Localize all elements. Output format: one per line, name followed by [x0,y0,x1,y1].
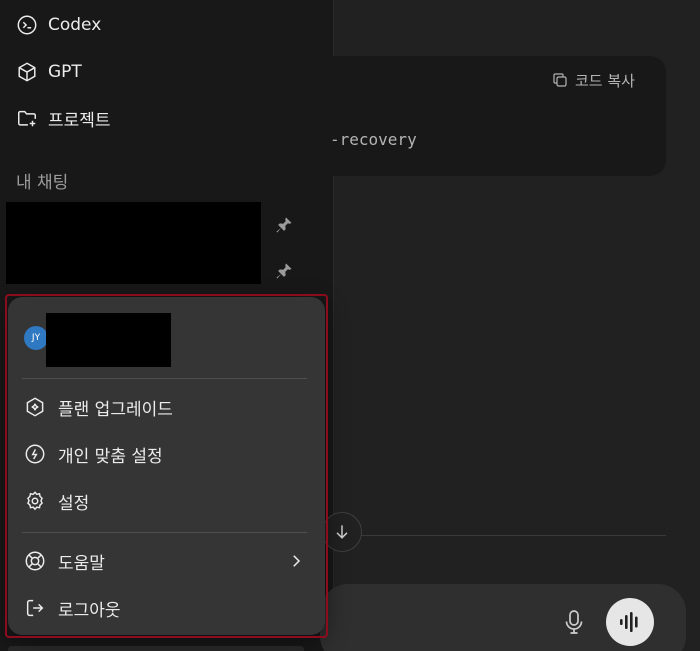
voice-mode-button[interactable] [606,598,654,646]
codex-icon [17,15,37,35]
copy-code-label: 코드 복사 [575,71,635,90]
menu-item-logout[interactable]: 로그아웃 [24,592,309,624]
cube-icon [18,62,36,82]
dictate-button[interactable] [562,608,586,636]
sidebar-item-label: Codex [48,15,102,35]
menu-item-upgrade-plan[interactable]: 플랜 업그레이드 [24,391,309,423]
menu-item-personalize[interactable]: 개인 맞춤 설정 [24,438,309,470]
sidebar-item-gpt[interactable]: GPT [16,58,82,86]
sidebar-bottom-strip [8,646,304,651]
menu-divider [22,532,307,533]
menu-item-label: 로그아웃 [58,600,121,621]
divider [335,535,666,536]
gear-icon [27,491,43,511]
waveform-icon [620,612,638,632]
logout-icon [26,599,44,617]
app-window: Codex GPT 프로젝트 내 채팅 코드 복사 -recovery JY 플… [0,0,700,651]
scroll-to-bottom-button[interactable] [322,512,362,552]
copy-icon [553,73,567,87]
avatar: JY [24,326,48,350]
code-text: -recovery [330,130,417,149]
pin-icon [276,263,292,279]
menu-item-label: 개인 맞춤 설정 [58,446,163,467]
lifebuoy-icon [25,551,45,571]
pin-icon [276,217,292,233]
redacted-account-name [46,313,171,367]
sidebar-item-label: 프로젝트 [48,110,111,131]
copy-code-button[interactable]: 코드 복사 [551,68,635,92]
redacted-chat-list [6,202,261,284]
menu-item-label: 플랜 업그레이드 [58,399,173,420]
section-label-my-chats: 내 채팅 [16,173,69,193]
menu-item-label: 도움말 [58,553,105,574]
microphone-icon [565,610,583,634]
sidebar-item-label: GPT [48,62,82,82]
folder-plus-icon [18,110,36,127]
menu-divider [22,378,307,379]
menu-item-settings[interactable]: 설정 [24,485,309,517]
pin-button-2[interactable] [274,261,294,281]
menu-item-label: 설정 [58,493,90,514]
chevron-right-icon [293,555,301,567]
upgrade-sparkle-icon [26,397,44,417]
arrow-down-icon [336,525,348,539]
sidebar-item-projects[interactable]: 프로젝트 [16,104,111,132]
menu-item-help[interactable]: 도움말 [24,545,309,577]
personalize-icon [25,444,45,464]
pin-button-1[interactable] [274,215,294,235]
sidebar-item-codex[interactable]: Codex [16,11,101,39]
